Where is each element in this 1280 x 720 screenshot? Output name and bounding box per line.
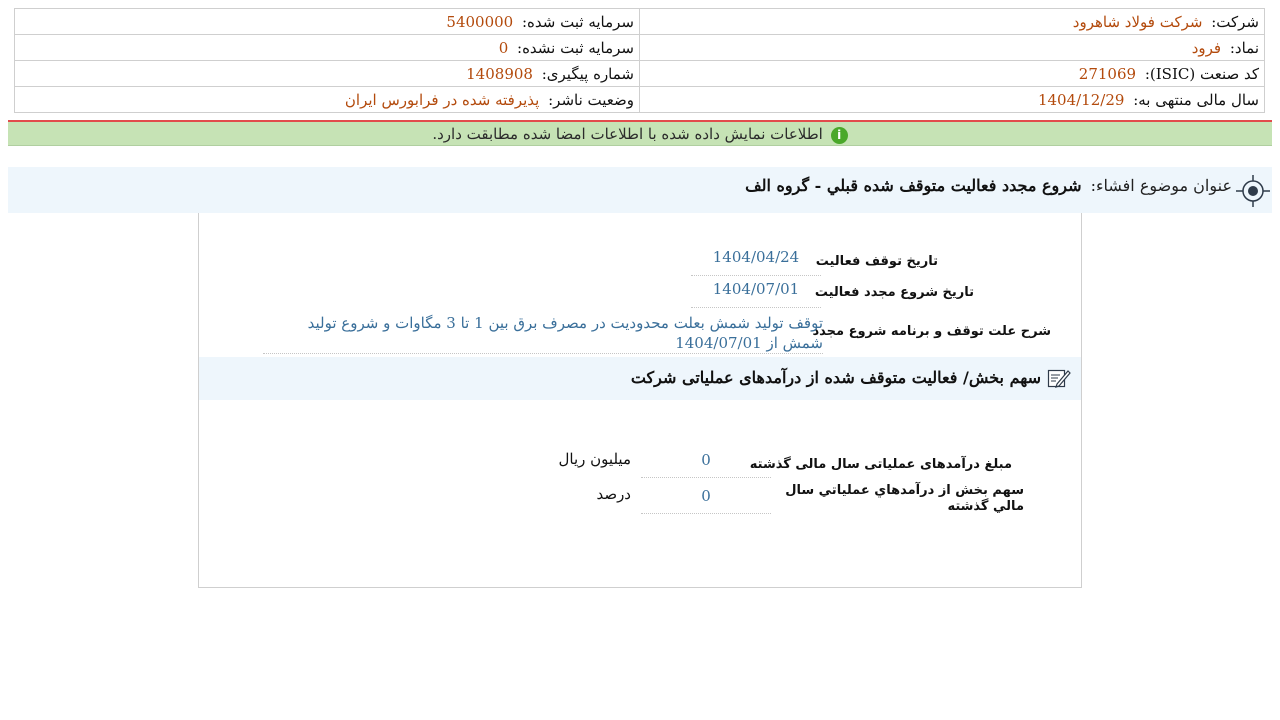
disclosure-panel: تاریخ توقف فعالیت 1404/04/24 تاریخ شروع …: [198, 213, 1082, 588]
operating-revenue-value: 0: [641, 449, 771, 478]
subject-value: شروع مجدد فعاليت متوقف شده قبلي - گروه ا…: [745, 176, 1082, 195]
registered-capital-label: سرمایه ثبت شده:: [522, 12, 634, 31]
registered-capital-value: 5400000: [446, 12, 514, 31]
publisher-status-cell: وضعیت ناشر: پذیرفته شده در فرابورس ایران: [14, 86, 640, 113]
notice-text: اطلاعات نمایش داده شده با اطلاعات امضا ش…: [432, 125, 823, 143]
subject-header: عنوان موضوع افشاء: شروع مجدد فعاليت متوق…: [8, 167, 1272, 213]
operating-revenue-unit: میلیون ریال: [558, 450, 631, 468]
revenue-share-unit: درصد: [596, 485, 631, 503]
target-icon: [1236, 175, 1270, 207]
edit-icon: [1047, 369, 1071, 388]
stop-date-label: تاریخ توقف فعالیت: [815, 254, 938, 269]
restart-date-value: 1404/07/01: [691, 277, 821, 308]
company-info-table: شرکت: شرکت فولاد شاهرود سرمایه ثبت شده: …: [14, 8, 1265, 113]
fiscal-year-cell: سال مالی منتهی به: 1404/12/29: [639, 86, 1265, 113]
restart-date-label: تاریخ شروع مجدد فعالیت: [814, 285, 974, 300]
reason-label: شرح علت توقف و برنامه شروع مجدد: [812, 324, 1051, 339]
unregistered-capital-label: سرمایه ثبت نشده:: [517, 38, 634, 57]
symbol-label: نماد:: [1229, 38, 1259, 57]
industry-code-cell: کد صنعت (ISIC): 271069: [639, 60, 1265, 87]
info-row: شرکت: شرکت فولاد شاهرود سرمایه ثبت شده: …: [14, 8, 1265, 35]
symbol-cell: نماد: فرود: [639, 34, 1265, 61]
info-row: نماد: فرود سرمایه ثبت نشده: 0: [14, 34, 1265, 61]
operating-revenue-label: مبلغ درآمدهای عملیاتی سال مالی گذشته: [749, 457, 1012, 472]
company-cell: شرکت: شرکت فولاد شاهرود: [639, 8, 1265, 35]
info-row: سال مالی منتهی به: 1404/12/29 وضعیت ناشر…: [14, 86, 1265, 113]
publisher-status-value: پذیرفته شده در فرابورس ایران: [344, 90, 540, 109]
tracking-number-value: 1408908: [466, 64, 533, 83]
unregistered-capital-cell: سرمایه ثبت نشده: 0: [14, 34, 640, 61]
industry-code-value: 271069: [1078, 64, 1137, 83]
stop-date-value: 1404/04/24: [691, 245, 821, 276]
info-row: کد صنعت (ISIC): 271069 شماره پیگیری: 140…: [14, 60, 1265, 87]
publisher-status-label: وضعیت ناشر:: [548, 90, 634, 109]
tracking-number-label: شماره پیگیری:: [541, 64, 634, 83]
symbol-value: فرود: [1191, 38, 1222, 57]
company-value: شرکت فولاد شاهرود: [1072, 12, 1203, 31]
fiscal-year-label: سال مالی منتهی به:: [1133, 90, 1259, 109]
unregistered-capital-value: 0: [498, 38, 509, 57]
tracking-number-cell: شماره پیگیری: 1408908: [14, 60, 640, 87]
fiscal-year-value: 1404/12/29: [1037, 90, 1125, 109]
registered-capital-cell: سرمایه ثبت شده: 5400000: [14, 8, 640, 35]
revenue-share-value: 0: [641, 483, 771, 514]
revenue-share-label: سهم بخش از درآمدهاي عملياتي سال مالي گذش…: [785, 483, 1024, 514]
verification-notice: i اطلاعات نمایش داده شده با اطلاعات امضا…: [8, 120, 1272, 146]
reason-value: توقف تولید شمش بعلت محدودیت در مصرف برق …: [263, 313, 823, 354]
company-label: شرکت:: [1211, 12, 1259, 31]
info-icon: i: [830, 126, 848, 144]
revenue-section-header: سهم بخش/ فعالیت متوقف شده از درآمدهای عم…: [199, 357, 1081, 400]
industry-code-label: کد صنعت (ISIC):: [1144, 64, 1259, 83]
revenue-section-title: سهم بخش/ فعالیت متوقف شده از درآمدهای عم…: [630, 368, 1041, 387]
subject-label: عنوان موضوع افشاء:: [1090, 176, 1232, 195]
subject-title: عنوان موضوع افشاء: شروع مجدد فعاليت متوق…: [745, 167, 1232, 213]
